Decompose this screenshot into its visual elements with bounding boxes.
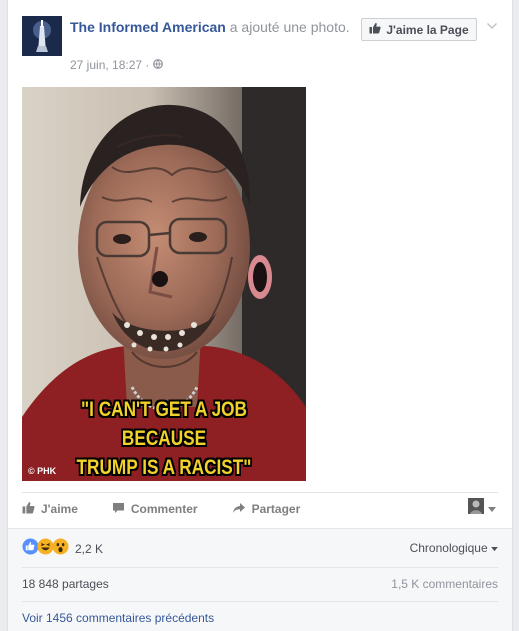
like-page-button[interactable]: J'aime la Page <box>361 18 477 41</box>
like-page-label: J'aime la Page <box>386 22 469 37</box>
post-timestamp[interactable]: 27 juin, 18:27 · <box>70 58 149 72</box>
photo-caption-line-2: TRUMP IS A RACIST" <box>76 456 252 479</box>
share-button[interactable]: Partager <box>232 502 301 517</box>
divider <box>22 492 498 493</box>
thumbs-up-icon <box>22 501 35 517</box>
divider <box>22 601 498 602</box>
wow-reaction-icon[interactable] <box>52 538 69 560</box>
reactions-row: 2,2 K Chronologique <box>22 538 498 560</box>
caret-down-icon <box>488 500 496 518</box>
reaction-count[interactable]: 2,2 K <box>75 542 103 556</box>
photo-caption-line-1: "I CAN'T GET A JOB BECAUSE <box>81 398 247 450</box>
comment-sort-label: Chronologique <box>409 541 488 555</box>
photo-watermark: © PHK <box>28 466 57 476</box>
divider <box>22 567 498 568</box>
globe-icon <box>153 58 164 72</box>
comment-label: Commenter <box>130 502 198 516</box>
caret-down-icon <box>491 541 498 555</box>
photo-caption: "I CAN'T GET A JOB BECAUSE TRUMP IS A RA… <box>48 395 281 481</box>
share-label: Partager <box>251 502 301 516</box>
view-previous-comments-link[interactable]: Voir 1456 commentaires précédents <box>22 611 214 625</box>
post-photo[interactable]: "I CAN'T GET A JOB BECAUSE TRUMP IS A RA… <box>22 87 306 481</box>
actor-avatar <box>468 498 484 519</box>
comments-count[interactable]: 1,5 K commentaires <box>391 577 498 591</box>
comment-sort-dropdown[interactable]: Chronologique <box>410 541 498 555</box>
share-arrow-icon <box>232 502 246 517</box>
actor-selector[interactable] <box>468 498 496 519</box>
post-header: The Informed American a ajouté une photo… <box>70 18 355 37</box>
thumbs-up-icon <box>369 22 381 37</box>
post-card: The Informed American a ajouté une photo… <box>7 0 513 631</box>
like-label: J'aime <box>41 502 78 516</box>
comment-button[interactable]: Commenter <box>112 502 198 517</box>
post-actions-bar: J'aime Commenter Partager <box>22 494 498 524</box>
comment-bubble-icon <box>112 502 125 517</box>
shares-count[interactable]: 18 848 partages <box>22 577 109 591</box>
post-meta: 27 juin, 18:27 · <box>70 58 164 72</box>
post-counts: 18 848 partages 1,5 K commentaires <box>22 577 498 591</box>
like-button[interactable]: J'aime <box>22 501 78 517</box>
page-avatar[interactable] <box>22 16 62 56</box>
page-name-link[interactable]: The Informed American <box>70 19 226 35</box>
post-options-chevron-icon[interactable] <box>486 18 498 36</box>
post-action-text: a ajouté une photo. <box>225 19 350 35</box>
